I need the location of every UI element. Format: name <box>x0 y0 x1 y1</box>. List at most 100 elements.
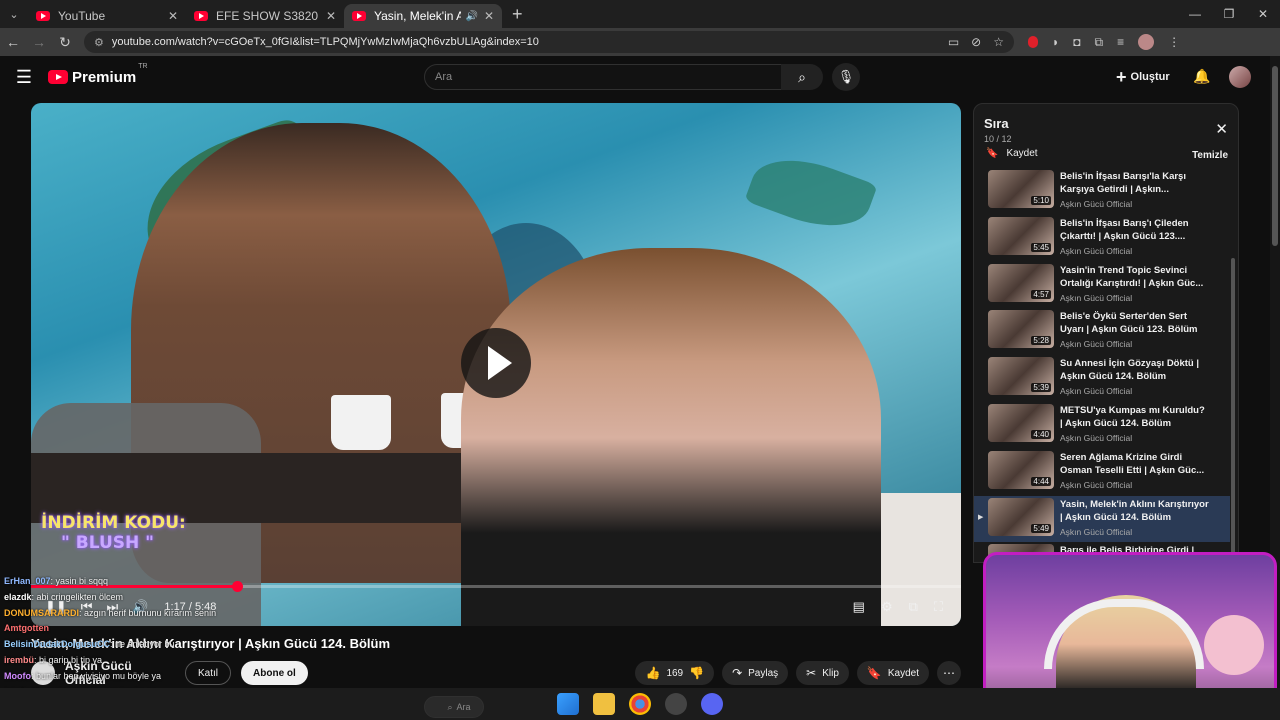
settings-gear-icon[interactable]: ⚙ <box>881 599 893 615</box>
close-tab-icon[interactable]: ✕ <box>168 9 178 23</box>
queue-item-channel: Aşkın Gücü Official <box>1060 339 1133 350</box>
share-button[interactable]: ↷ Paylaş <box>722 661 789 685</box>
fullscreen-icon[interactable]: ⛶ <box>934 599 943 615</box>
queue-item-title[interactable]: METSU'ya Kumpas mı Kuruldu? | Aşkın Gücü… <box>1060 404 1210 430</box>
bookmark-star-icon[interactable]: ☆ <box>993 35 1004 49</box>
minimize-icon[interactable]: — <box>1178 0 1212 28</box>
cast-icon[interactable]: ▭ <box>948 35 959 49</box>
subscribe-button[interactable]: Abone ol <box>241 661 308 685</box>
queue-item-thumbnail[interactable]: 4:57 <box>988 263 1054 302</box>
queue-item-thumbnail[interactable]: 4:40 <box>988 403 1054 442</box>
site-info-icon[interactable]: ⚙ <box>94 36 104 49</box>
like-button[interactable]: 👍 169 👎 <box>635 661 715 685</box>
thumbs-down-icon[interactable]: 👎 <box>689 666 704 680</box>
queue-item[interactable]: 4:57 Yasin'in Trend Topic Sevinci Ortalığ… <box>974 262 1230 309</box>
close-queue-icon[interactable]: ✕ <box>1215 120 1228 138</box>
queue-item-duration: 5:10 <box>1031 196 1051 205</box>
create-button[interactable]: + Oluştur <box>1116 66 1170 88</box>
youtube-premium-logo[interactable]: Premium TR <box>48 63 148 86</box>
queue-item[interactable]: 5:10 Belis'in İfşası Barışı'la Karşı Karş… <box>974 168 1230 215</box>
queue-item-thumbnail[interactable]: 5:10 <box>988 170 1054 208</box>
close-tab-icon[interactable]: ✕ <box>326 9 336 23</box>
close-tab-icon[interactable]: ✕ <box>484 9 494 23</box>
queue-item-thumbnail[interactable]: 5:28 <box>988 310 1054 349</box>
queue-scrollbar-thumb[interactable] <box>1231 258 1235 558</box>
video-player[interactable]: İNDİRİM KODU: " BLUSH " ❚❚ ⏮ ⏭ 🔊 1:17 / … <box>31 103 961 626</box>
queue-item-title[interactable]: Su Annesi İçin Gözyaşı Döktü | Aşkın Güc… <box>1060 357 1210 383</box>
search-placeholder: Ara <box>435 71 453 83</box>
tab-efe-show[interactable]: EFE SHOW S3820 | ERAY CAN Ö ✕ <box>186 4 344 28</box>
record-extension-icon[interactable] <box>1028 36 1038 48</box>
tab-search-icon[interactable]: ⌄ <box>0 0 28 28</box>
queue-item-channel: Aşkın Gücü Official <box>1060 245 1133 256</box>
queue-item-duration: 5:45 <box>1031 242 1051 252</box>
url-bar[interactable]: ⚙ youtube.com/watch?v=cGOeTx_0fGI&list=T… <box>84 31 1014 53</box>
menu-kebab-icon[interactable]: ⋮ <box>1168 35 1180 49</box>
file-explorer-icon[interactable] <box>593 693 615 715</box>
media-controls-icon[interactable]: ≡ <box>1117 35 1124 49</box>
new-tab-button[interactable]: + <box>512 4 523 25</box>
queue-item[interactable]: ▶ 5:49 Yasin, Melek'in Aklını Karıştırıyor… <box>974 495 1230 543</box>
queue-item-title[interactable]: Yasin'in Trend Topic Sevinci Ortalığı Ka… <box>1060 264 1210 290</box>
chat-message: Amtgotten <box>4 621 244 637</box>
queue-item-title[interactable]: Seren Ağlama Krizine Girdi Osman Teselli… <box>1060 451 1210 477</box>
clip-button[interactable]: ✂ Klip <box>796 661 849 685</box>
queue-save-button[interactable]: 🔖 Kaydet <box>986 148 1038 159</box>
queue-item-thumbnail[interactable]: 5:49 <box>988 497 1054 536</box>
youtube-favicon-icon <box>352 11 366 21</box>
search-button[interactable]: ⌕ <box>781 64 823 90</box>
save-button[interactable]: 🔖 Kaydet <box>856 661 929 685</box>
queue-clear-button[interactable]: Temizle <box>1192 150 1228 161</box>
puzzle-icon[interactable]: ⧉ <box>1095 35 1104 50</box>
queue-item[interactable]: 5:45 Belis'in İfşası Barış'ı Çileden Çıka… <box>974 215 1230 262</box>
tab-current-video[interactable]: Yasin, Melek'in Aklını Karıştı 🔊 ✕ <box>344 4 502 28</box>
mask-extension-icon[interactable]: ◘ <box>1073 35 1080 49</box>
queue-item-thumbnail[interactable]: 5:45 <box>988 216 1054 255</box>
back-icon[interactable]: ← <box>0 34 26 50</box>
queue-item-duration: 5:49 <box>1031 523 1051 533</box>
queue-item[interactable]: 5:39 Su Annesi İçin Gözyaşı Döktü | Aşkın… <box>974 355 1230 402</box>
queue-item-title[interactable]: Belis'e Öykü Serter'den Sert Uyarı | Aşk… <box>1060 310 1210 336</box>
queue-item[interactable]: 4:44 Seren Ağlama Krizine Girdi Osman Tes… <box>974 449 1230 496</box>
big-play-button[interactable] <box>461 328 531 398</box>
queue-item-title[interactable]: Belis'in İfşası Barışı'la Karşı Karşıya … <box>1060 170 1210 196</box>
profile-avatar[interactable] <box>1138 34 1155 50</box>
create-label: Oluştur <box>1130 71 1170 83</box>
hide-eye-icon[interactable]: ⊘ <box>971 35 981 49</box>
windows-start-icon[interactable] <box>557 693 579 715</box>
chrome-icon[interactable] <box>629 693 651 715</box>
chat-username: BelisinDudakDolgusuCC <box>4 639 111 650</box>
notifications-bell-icon[interactable]: 🔔 <box>1193 68 1210 85</box>
audio-extension-icon[interactable]: ◗ <box>1052 35 1059 49</box>
reload-icon[interactable]: ↻ <box>52 34 78 51</box>
tab-youtube[interactable]: YouTube ✕ <box>28 4 186 28</box>
queue-item-title[interactable]: Belis'in İfşası Barış'ı Çileden Çıkarttı… <box>1060 217 1210 243</box>
queue-item[interactable]: 4:40 METSU'ya Kumpas mı Kuruldu? | Aşkın … <box>974 402 1230 449</box>
queue-scrollbar[interactable] <box>1231 168 1236 558</box>
promo-overlay: İNDİRİM KODU: " BLUSH " <box>41 513 186 553</box>
hamburger-menu-icon[interactable]: ☰ <box>0 67 48 88</box>
close-window-icon[interactable]: ✕ <box>1246 0 1280 28</box>
scrollbar-thumb[interactable] <box>1272 66 1278 246</box>
chat-message: Moofo: bunlar hep yiyişiyo mu böyle ya <box>4 669 244 685</box>
obs-icon[interactable] <box>665 693 687 715</box>
queue-item-title[interactable]: Yasin, Melek'in Aklını Karıştırıyor | Aş… <box>1060 498 1210 524</box>
voice-search-button[interactable]: 🎙 <box>832 63 860 91</box>
microphone-icon: 🎙 <box>837 69 855 84</box>
tab-title: EFE SHOW S3820 | ERAY CAN Ö <box>216 9 320 23</box>
discord-icon[interactable] <box>701 693 723 715</box>
more-actions-icon[interactable]: ⋯ <box>937 661 961 685</box>
subtitles-icon[interactable]: ▤ <box>853 599 865 615</box>
queue-item-thumbnail[interactable]: 4:44 <box>988 450 1054 489</box>
taskbar-search[interactable]: ⌕ Ara <box>424 696 484 718</box>
miniplayer-icon[interactable]: ⧉ <box>909 599 918 615</box>
account-avatar[interactable] <box>1229 66 1251 88</box>
search-input[interactable]: Ara <box>424 64 782 90</box>
queue-item-thumbnail[interactable]: 5:39 <box>988 357 1054 396</box>
bookmark-icon: 🔖 <box>986 148 999 159</box>
youtube-favicon-icon <box>36 11 50 21</box>
speaker-icon[interactable]: 🔊 <box>465 11 477 22</box>
forward-icon[interactable]: → <box>26 34 52 50</box>
restore-icon[interactable]: ❐ <box>1212 0 1246 28</box>
queue-item[interactable]: 5:28 Belis'e Öykü Serter'den Sert Uyarı |… <box>974 308 1230 355</box>
